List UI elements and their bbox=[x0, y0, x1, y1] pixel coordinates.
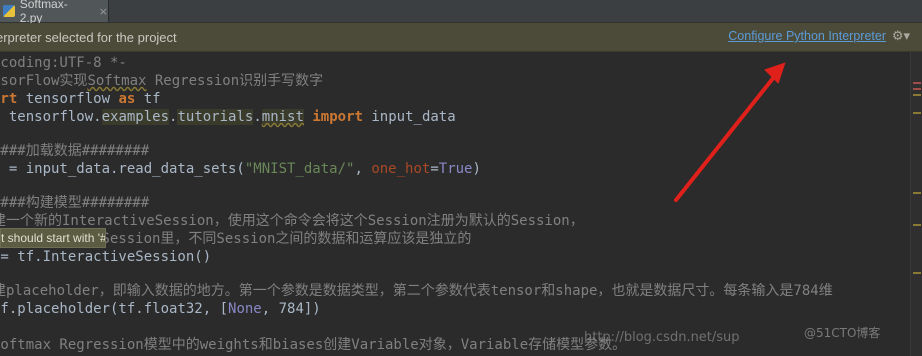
watermark-logo: @51CTO博客 bbox=[804, 326, 881, 340]
red-arrow-annotation bbox=[674, 62, 786, 202]
watermark-url: http://blog.csdn.net/sup bbox=[584, 330, 740, 345]
